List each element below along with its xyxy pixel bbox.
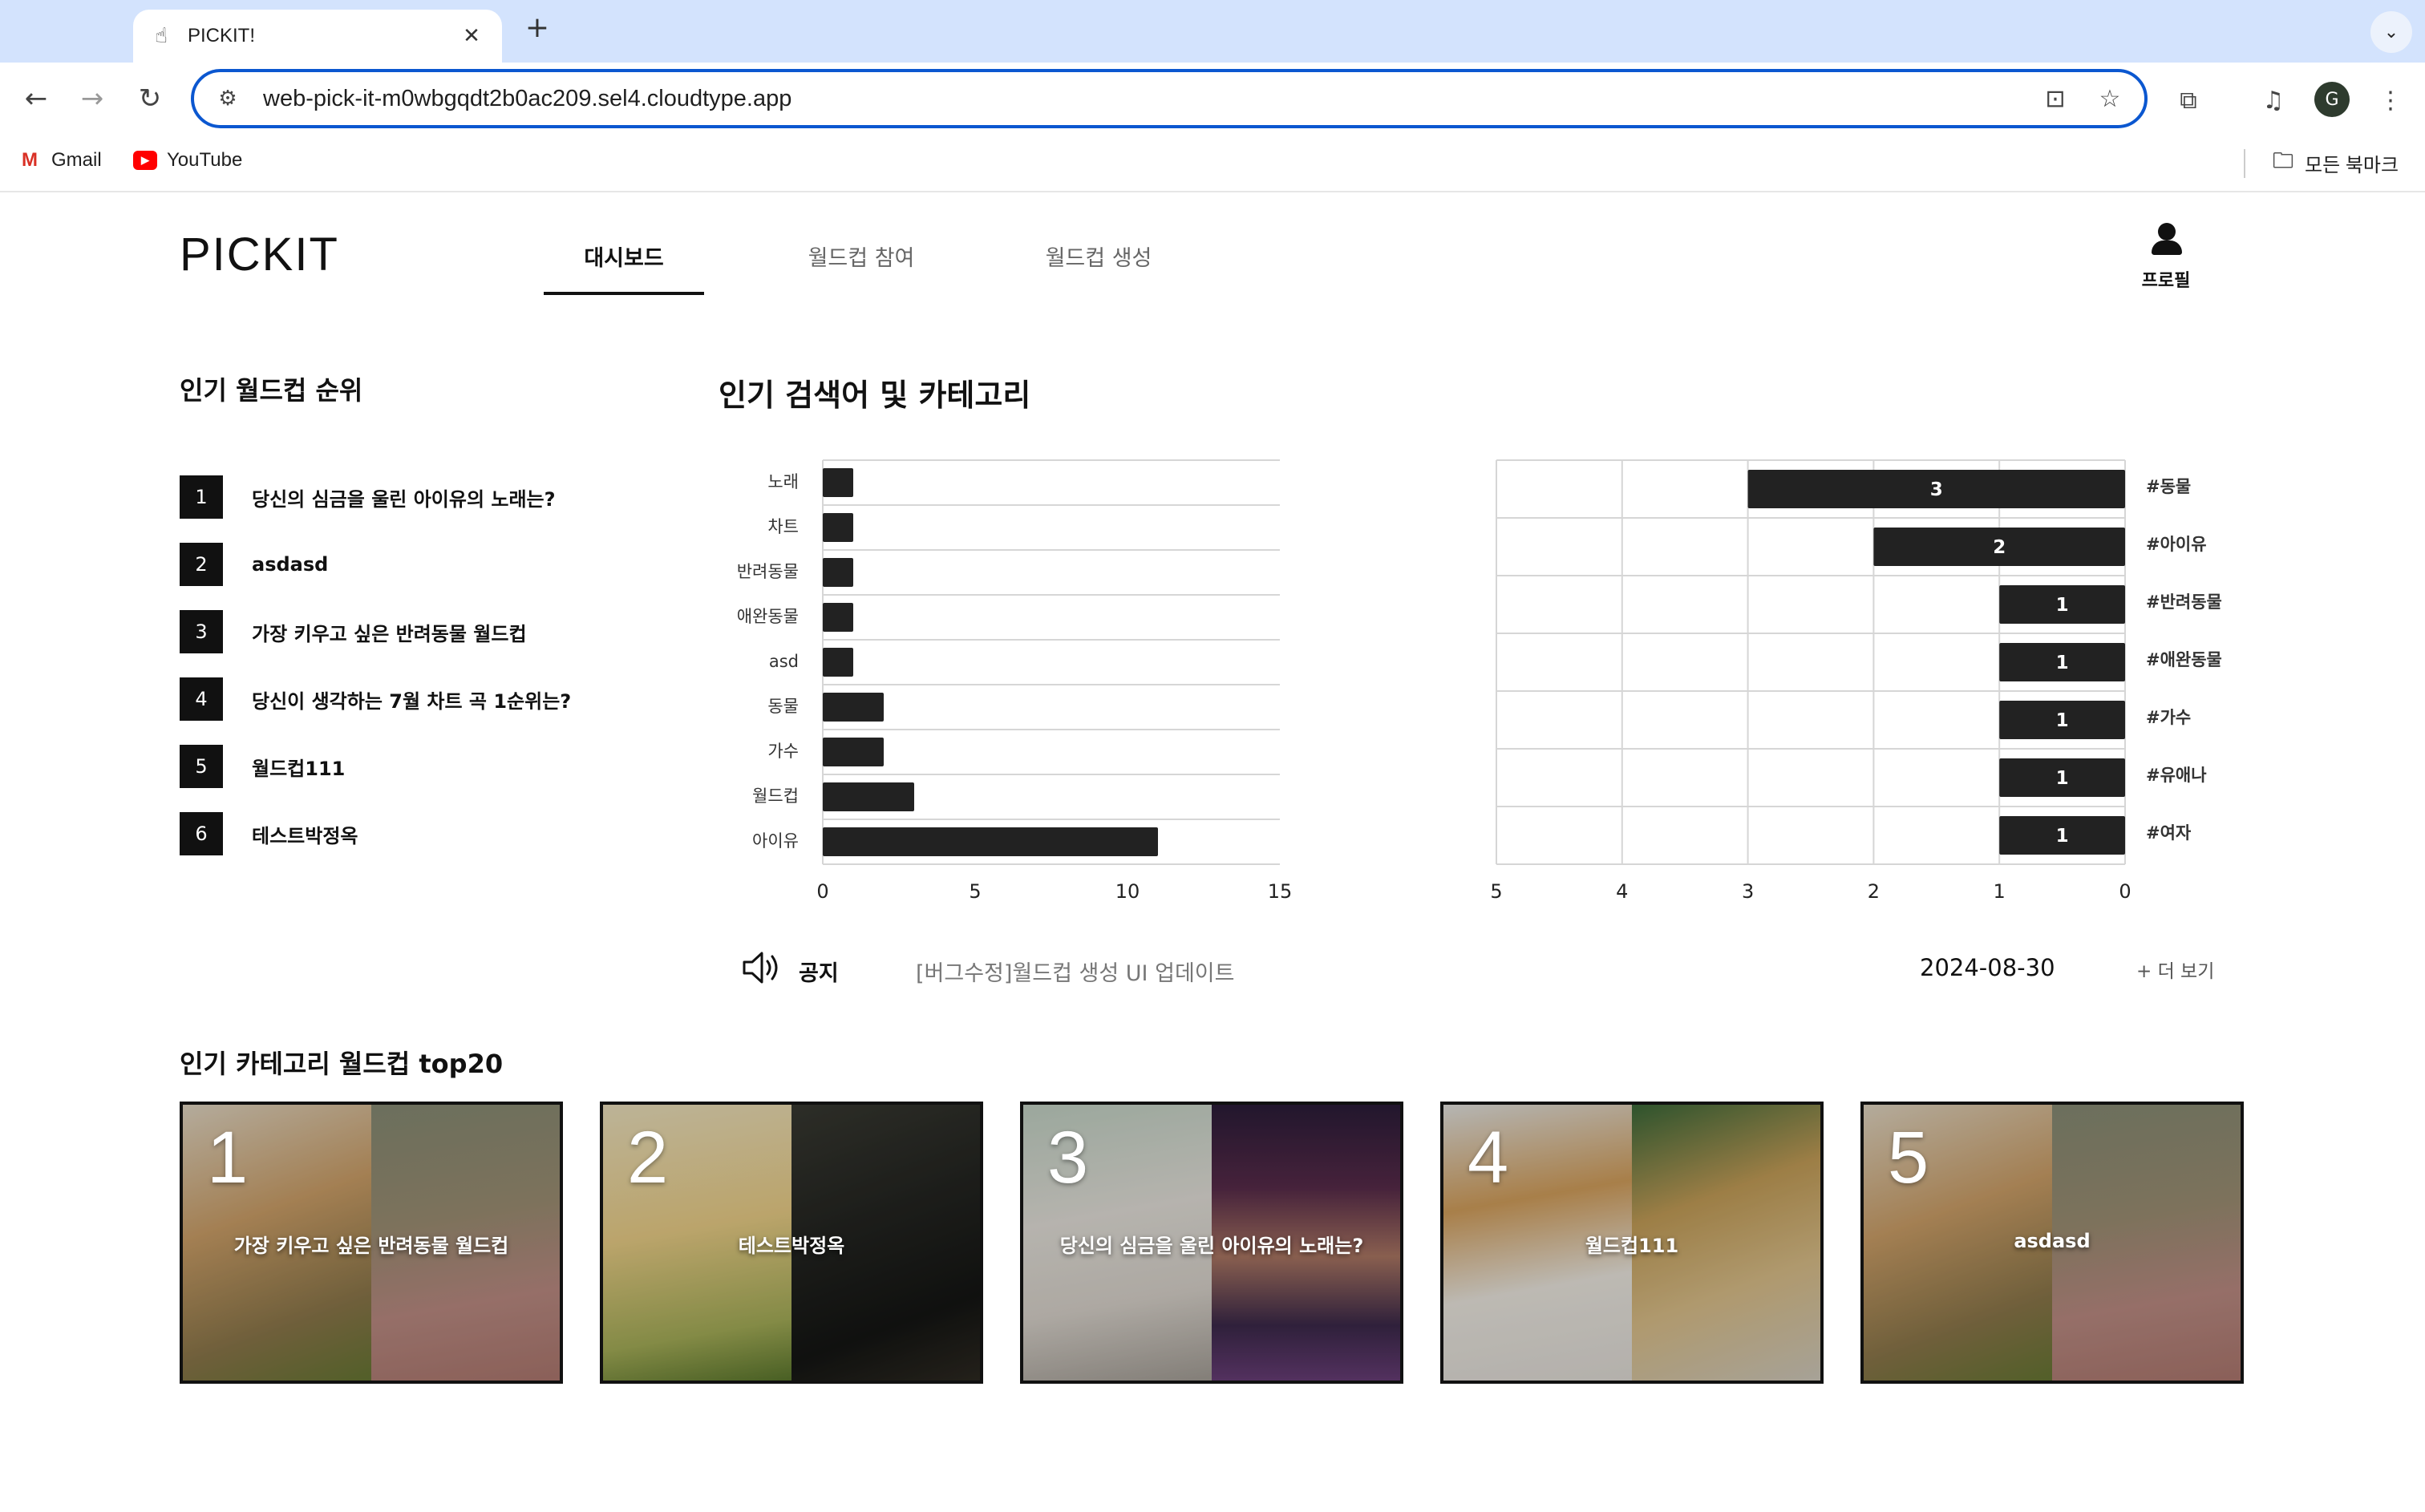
- card-rank: 1: [207, 1117, 249, 1199]
- pointer-hand-icon: ☝: [155, 24, 168, 48]
- x-tick-label: 0: [2119, 880, 2131, 903]
- top20-cards: 1 가장 키우고 싶은 반려동물 월드컵 2 테스트박정옥 3 당신의 심금을 …: [180, 1102, 2245, 1387]
- card-title: 가장 키우고 싶은 반려동물 월드컵: [233, 1235, 509, 1257]
- extensions-icon[interactable]: ⧉: [2170, 82, 2207, 119]
- browser-tab-strip: ☝ PICKIT! ✕ + ⌄: [0, 0, 2425, 63]
- bookmark-youtube[interactable]: ▶ YouTube: [133, 149, 242, 172]
- reload-icon: ↻: [138, 83, 162, 115]
- card-rank: 3: [1047, 1117, 1089, 1199]
- bookmark-label: Gmail: [51, 149, 102, 171]
- category-label: #유애나: [2146, 766, 2207, 785]
- worldcup-card[interactable]: 4 월드컵111: [1440, 1102, 1824, 1384]
- worldcup-card[interactable]: 5 asdasd: [1860, 1102, 2244, 1384]
- youtube-icon: ▶: [133, 151, 157, 170]
- x-tick-label: 4: [1616, 880, 1628, 903]
- site-info-icon[interactable]: ⚙: [212, 87, 244, 111]
- chevron-down-icon: ⌄: [2383, 22, 2399, 42]
- card-rank: 5: [1888, 1117, 1929, 1199]
- worldcup-card[interactable]: 3 당신의 심금을 울린 아이유의 노래는?: [1020, 1102, 1403, 1384]
- all-bookmarks-label: 모든 북마크: [2305, 155, 2399, 176]
- top20-title: 인기 카테고리 월드컵 top20: [180, 1049, 504, 1079]
- more-menu-icon[interactable]: ⋮: [2372, 82, 2409, 119]
- category-label: #동물: [2146, 477, 2191, 496]
- tab-search-button[interactable]: ⌄: [2370, 11, 2412, 53]
- x-tick-label: 1: [1994, 880, 2006, 903]
- card-title: 테스트박정옥: [738, 1235, 845, 1257]
- card-title: 월드컵111: [1585, 1235, 1679, 1257]
- x-tick-label: 5: [1490, 880, 1502, 903]
- card-title: 당신의 심금을 울린 아이유의 노래는?: [1059, 1235, 1364, 1257]
- star-icon[interactable]: ☆: [2090, 85, 2130, 113]
- data-label: 2: [1993, 537, 2006, 558]
- data-label: 1: [2056, 768, 2069, 789]
- data-label: 1: [2056, 653, 2069, 673]
- browser-toolbar: ← → ↻ ⚙ web-pick-it-m0wbgqdt2b0ac209.sel…: [0, 63, 2425, 135]
- data-label: 1: [2056, 710, 2069, 731]
- x-tick-label: 2: [1868, 880, 1880, 903]
- worldcup-card[interactable]: 1 가장 키우고 싶은 반려동물 월드컵: [180, 1102, 563, 1384]
- card-title: asdasd: [2014, 1230, 2091, 1252]
- folder-icon: 🗀: [2272, 148, 2293, 172]
- data-label: 1: [2056, 826, 2069, 847]
- bookmarks-bar: M Gmail ▶ YouTube 🗀 모든 북마크: [0, 135, 2425, 192]
- category-label: #반려동물: [2146, 592, 2222, 612]
- gmail-icon: M: [22, 149, 38, 171]
- category-label: #애완동물: [2146, 650, 2222, 669]
- category-label: #아이유: [2146, 535, 2207, 554]
- browser-tab[interactable]: ☝ PICKIT! ✕: [133, 10, 502, 63]
- media-control-icon[interactable]: ♫: [2255, 82, 2292, 119]
- new-tab-button[interactable]: +: [521, 11, 553, 51]
- reload-button[interactable]: ↻: [130, 79, 170, 119]
- bookmark-gmail[interactable]: M Gmail: [18, 149, 102, 172]
- translate-icon[interactable]: ⊡: [2035, 85, 2075, 113]
- more-notices-link[interactable]: + 더 보기: [2136, 956, 2214, 983]
- bookmark-label: YouTube: [167, 149, 243, 171]
- forward-button[interactable]: →: [72, 79, 112, 119]
- category-label: #가수: [2146, 708, 2191, 727]
- category-label: #여자: [2146, 823, 2192, 843]
- page-content: PICKIT 대시보드 월드컵 참여 월드컵 생성 프로필 인기 월드컵 순위 …: [0, 192, 2425, 1512]
- all-bookmarks-button[interactable]: 🗀 모든 북마크: [2271, 148, 2399, 177]
- address-bar[interactable]: ⚙ web-pick-it-m0wbgqdt2b0ac209.sel4.clou…: [191, 69, 2148, 128]
- bookmarks-divider: [2244, 149, 2245, 178]
- speaker-icon: [743, 952, 778, 984]
- arrow-left-icon: ←: [24, 83, 48, 115]
- worldcup-card[interactable]: 2 테스트박정옥: [600, 1102, 983, 1384]
- notice-bar: 공지 [버그수정]월드컵 생성 UI 업데이트 2024-08-30 + 더 보…: [741, 944, 2217, 993]
- card-rank: 4: [1468, 1117, 1509, 1199]
- x-tick-label: 3: [1742, 880, 1754, 903]
- tab-title: PICKIT!: [188, 25, 256, 46]
- notice-label: 공지: [799, 961, 839, 986]
- url-text[interactable]: web-pick-it-m0wbgqdt2b0ac209.sel4.cloudt…: [263, 86, 2035, 112]
- notice-text[interactable]: [버그수정]월드컵 생성 UI 업데이트: [916, 956, 1234, 987]
- data-label: 3: [1930, 479, 1943, 500]
- arrow-right-icon: →: [80, 83, 104, 115]
- data-label: 1: [2056, 595, 2069, 616]
- browser-profile-avatar[interactable]: G: [2314, 82, 2350, 117]
- notice-date: 2024-08-30: [1920, 954, 2055, 981]
- back-button[interactable]: ←: [16, 79, 56, 119]
- card-rank: 2: [627, 1117, 669, 1199]
- close-tab-icon[interactable]: ✕: [457, 24, 486, 48]
